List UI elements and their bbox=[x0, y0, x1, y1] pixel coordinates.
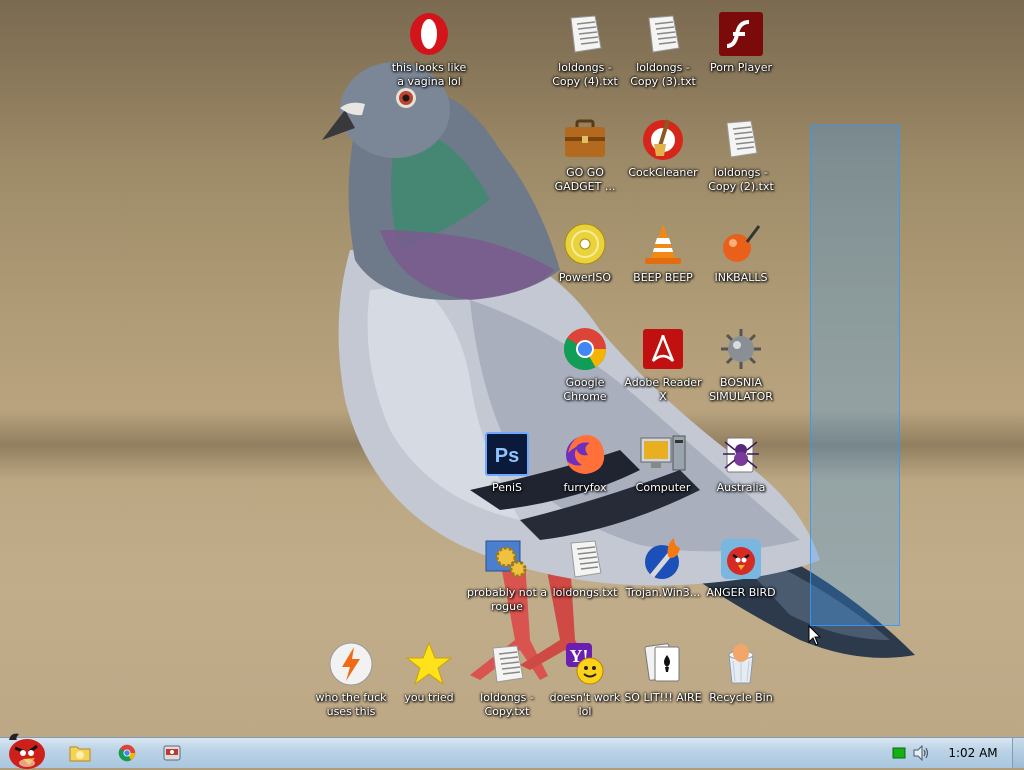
desktop-icon-label: SO LIT!!! AIRE bbox=[624, 691, 702, 704]
desktop-icon-label: loldongs - Copy (3).txt bbox=[630, 61, 696, 88]
desktop-icon-label: loldongs - Copy (4).txt bbox=[552, 61, 618, 88]
desktop-icon-trojan[interactable]: Trojan.Win3... bbox=[623, 529, 703, 629]
desktop-icon-label: PowerISO bbox=[558, 271, 612, 284]
desktop-icon-label: Google Chrome bbox=[563, 376, 607, 403]
desktop-icon-adobe-reader[interactable]: Adobe Reader X bbox=[623, 319, 703, 419]
desktop-icon-furryfox[interactable]: furryfox bbox=[545, 424, 625, 524]
desktop-icon-label: Trojan.Win3... bbox=[625, 586, 701, 599]
text-file-icon bbox=[717, 115, 765, 163]
start-button[interactable] bbox=[2, 730, 50, 770]
computer-icon bbox=[639, 430, 687, 478]
taskbar-pinned-folder[interactable] bbox=[60, 740, 100, 766]
taskbar: 1:02 AM bbox=[0, 733, 1024, 769]
disc-icon bbox=[561, 220, 609, 268]
desktop-icon-text-file[interactable]: loldongs - Copy (4).txt bbox=[545, 4, 625, 104]
opera-icon bbox=[405, 10, 453, 58]
desktop-icon-label: Adobe Reader X bbox=[624, 376, 702, 403]
chrome-icon bbox=[118, 744, 136, 762]
desktop-icon-label: this looks like a vagina lol bbox=[391, 61, 467, 88]
photoshop-icon: Ps bbox=[483, 430, 531, 478]
desktop-icon-bosnia-simulator[interactable]: BOSNIA SIMULATOR bbox=[701, 319, 781, 419]
desktop-icon-label: loldongs - Copy (2).txt bbox=[708, 166, 774, 193]
torch-icon bbox=[639, 535, 687, 583]
inkball-icon bbox=[717, 220, 765, 268]
adobe-reader-icon bbox=[639, 325, 687, 373]
desktop-icon-text-file[interactable]: loldongs - Copy (2).txt bbox=[701, 109, 781, 209]
flash-player-icon bbox=[717, 10, 765, 58]
text-file-icon bbox=[561, 10, 609, 58]
svg-text:Ps: Ps bbox=[495, 445, 519, 467]
yahoo-messenger-icon: Y! bbox=[561, 640, 609, 688]
angry-bird-icon bbox=[9, 733, 45, 769]
desktop-icon-inkballs[interactable]: INKBALLS bbox=[701, 214, 781, 314]
desktop-icon-text-file[interactable]: loldongs - Copy.txt bbox=[467, 634, 547, 734]
text-file-icon bbox=[483, 640, 531, 688]
desktop-icon-label: Recycle Bin bbox=[709, 691, 773, 704]
desktop-icon-label: probably not a rogue bbox=[467, 586, 548, 613]
briefcase-icon bbox=[561, 115, 609, 163]
desktop-icon-label: GO GO GADGET ... bbox=[554, 166, 616, 193]
firefox-icon bbox=[561, 430, 609, 478]
desktop-icon-label: Porn Player bbox=[710, 61, 772, 74]
desktop-icon-yahoo-messenger[interactable]: Y! doesn't work lol bbox=[545, 634, 625, 734]
desktop-icon-label: Computer bbox=[635, 481, 691, 494]
spider-solitaire-icon bbox=[717, 430, 765, 478]
desktop-icon-australia[interactable]: Australia bbox=[701, 424, 781, 524]
desktop-icon-label: BOSNIA SIMULATOR bbox=[709, 376, 773, 403]
desktop-icon-label: doesn't work lol bbox=[549, 691, 621, 718]
text-file-icon bbox=[639, 10, 687, 58]
desktop-icon-recycle-bin[interactable]: Recycle Bin bbox=[701, 634, 781, 734]
mouse-cursor-icon bbox=[808, 625, 822, 646]
mine-icon bbox=[717, 325, 765, 373]
desktop-icon-solitaire[interactable]: SO LIT!!! AIRE bbox=[623, 634, 703, 734]
desktop-icon-label: PeniS bbox=[491, 481, 523, 494]
taskbar-pinned-chrome[interactable] bbox=[107, 740, 147, 766]
desktop-icon-label: INKBALLS bbox=[714, 271, 768, 284]
desktop-icon-label: loldongs - Copy.txt bbox=[480, 691, 534, 718]
desktop-icon-label: BEEP BEEP bbox=[633, 271, 693, 284]
solitaire-icon bbox=[639, 640, 687, 688]
desktop-icon-you-tried[interactable]: you tried bbox=[389, 634, 469, 734]
desktop-icon-beep-beep[interactable]: BEEP BEEP bbox=[623, 214, 703, 314]
taskbar-pinned-app[interactable] bbox=[152, 740, 192, 766]
desktop-icon-google-chrome[interactable]: Google Chrome bbox=[545, 319, 625, 419]
desktop-icon-label: loldongs.txt bbox=[552, 586, 618, 599]
desktop-icon-anger-bird[interactable]: ANGER BIRD bbox=[701, 529, 781, 629]
desktop-icon-computer[interactable]: Computer bbox=[623, 424, 703, 524]
action-center-flag-icon[interactable] bbox=[892, 747, 906, 759]
folder-icon bbox=[69, 746, 91, 762]
desktop-icon-go-go-gadget[interactable]: GO GO GADGET ... bbox=[545, 109, 625, 209]
angry-bird-icon bbox=[717, 535, 765, 583]
settings-gears-icon bbox=[483, 535, 531, 583]
desktop-icon-opera[interactable]: this looks like a vagina lol bbox=[389, 4, 469, 104]
desktop-icon-label: you tried bbox=[404, 691, 454, 704]
desktop-icon-text-file[interactable]: loldongs.txt bbox=[545, 529, 625, 629]
desktop-icon-label: ANGER BIRD bbox=[706, 586, 776, 599]
desktop-icon-avast[interactable]: who the fuck uses this bbox=[311, 634, 391, 734]
desktop-icon-penis[interactable]: Ps PeniS bbox=[467, 424, 547, 524]
vlc-cone-icon bbox=[639, 220, 687, 268]
app-icon bbox=[163, 745, 181, 761]
desktop-icon-cockcleaner[interactable]: CockCleaner bbox=[623, 109, 703, 209]
desktop[interactable]: this looks like a vagina lol loldongs - … bbox=[0, 0, 1024, 737]
desktop-icon-poweriso[interactable]: PowerISO bbox=[545, 214, 625, 314]
desktop-icon-text-file[interactable]: loldongs - Copy (3).txt bbox=[623, 4, 703, 104]
tray-clock[interactable]: 1:02 AM bbox=[940, 738, 1006, 768]
avast-icon bbox=[327, 640, 375, 688]
show-desktop-button[interactable] bbox=[1012, 738, 1024, 768]
desktop-icon-label: CockCleaner bbox=[628, 166, 698, 179]
selection-rectangle bbox=[810, 125, 900, 626]
text-file-icon bbox=[561, 535, 609, 583]
recycle-bin-icon bbox=[717, 640, 765, 688]
desktop-icon-porn-player[interactable]: Porn Player bbox=[701, 4, 781, 104]
desktop-icon-probably-not-a-rogue[interactable]: probably not a rogue bbox=[467, 529, 547, 629]
desktop-icon-label: who the fuck uses this bbox=[315, 691, 387, 718]
ccleaner-icon bbox=[639, 115, 687, 163]
volume-icon[interactable] bbox=[912, 745, 930, 761]
desktop-icon-label: furryfox bbox=[563, 481, 607, 494]
star-icon bbox=[405, 640, 453, 688]
desktop-icon-label: Australia bbox=[716, 481, 766, 494]
chrome-icon bbox=[561, 325, 609, 373]
